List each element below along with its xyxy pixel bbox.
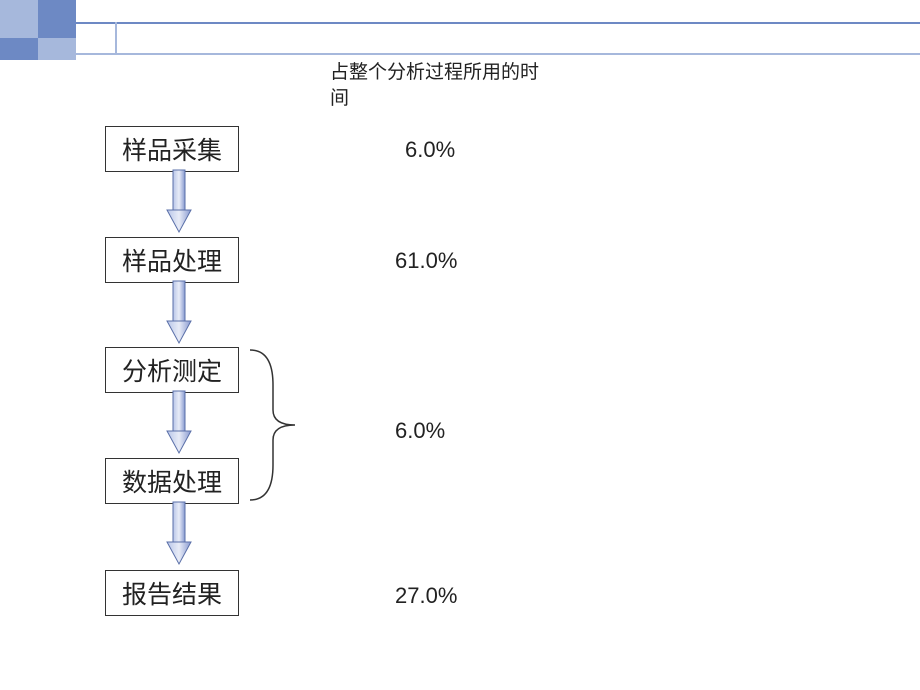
brace-icon bbox=[245, 345, 305, 510]
percentage-value: 61.0% bbox=[395, 248, 457, 274]
percentage-value: 6.0% bbox=[405, 137, 455, 163]
flow-step-sample-processing: 样品处理 bbox=[105, 237, 239, 283]
flow-step-data-processing: 数据处理 bbox=[105, 458, 239, 504]
arrow-down-icon bbox=[165, 168, 193, 234]
flow-step-analysis: 分析测定 bbox=[105, 347, 239, 393]
arrow-down-icon bbox=[165, 500, 193, 566]
flow-step-report: 报告结果 bbox=[105, 570, 239, 616]
arrow-down-icon bbox=[165, 389, 193, 455]
percentage-value: 6.0% bbox=[395, 418, 445, 444]
percentage-value: 27.0% bbox=[395, 583, 457, 609]
column-header-time-pct: 占整个分析过程所用的时间 bbox=[330, 60, 540, 111]
arrow-down-icon bbox=[165, 279, 193, 345]
slide-header-decoration bbox=[0, 0, 920, 60]
flow-step-sample-collection: 样品采集 bbox=[105, 126, 239, 172]
